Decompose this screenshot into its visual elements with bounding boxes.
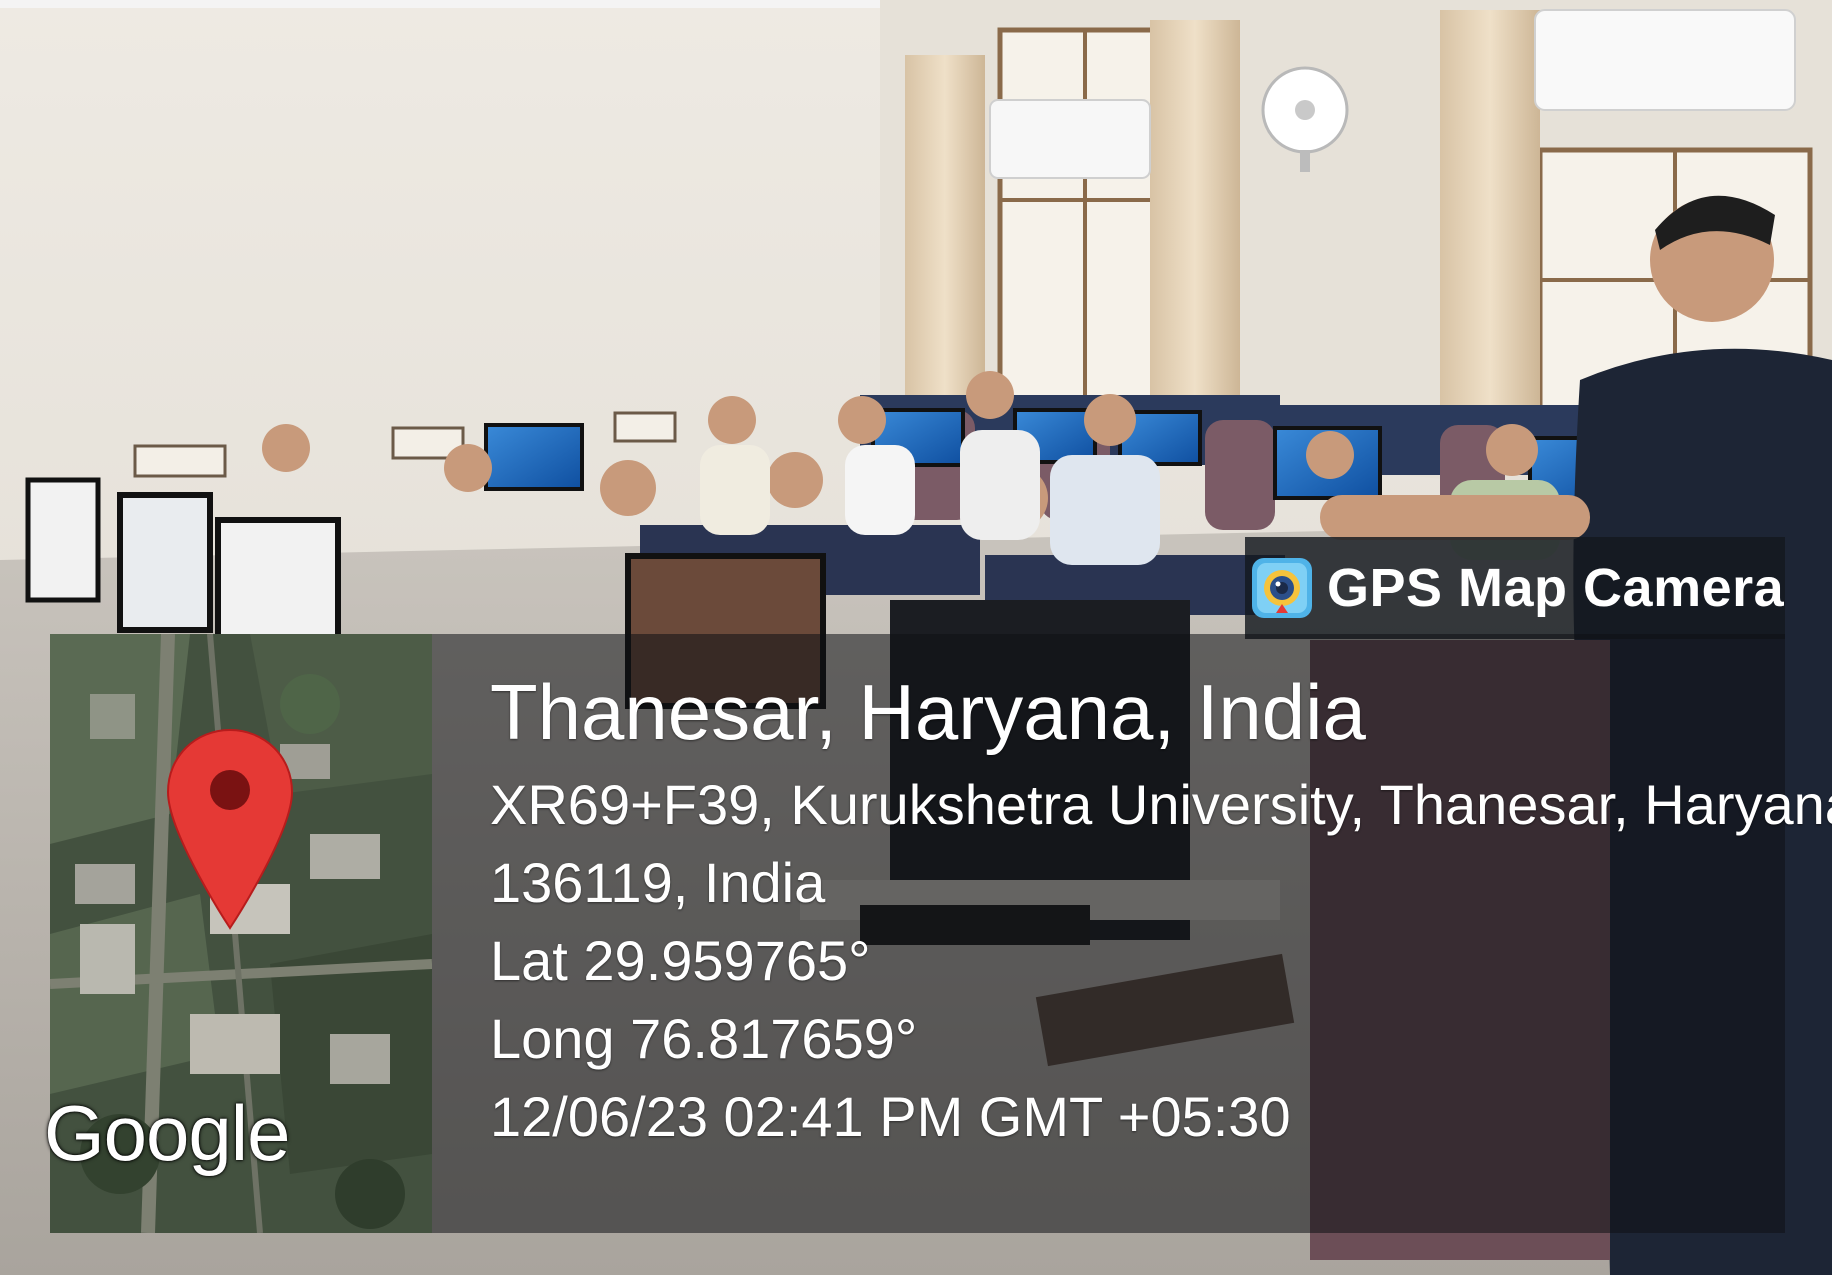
location-info: Thanesar, Haryana, India XR69+F39, Kuruk… <box>490 664 1832 1156</box>
badge-label: GPS Map Camera <box>1327 558 1785 618</box>
place-title: Thanesar, Haryana, India <box>490 668 1366 756</box>
location-overlay: Google Thanesar, Haryana, India XR69+F39… <box>44 634 1832 1233</box>
address-line: XR69+F39, Kurukshetra University, Thanes… <box>490 773 1832 836</box>
address-line: 136119, India <box>490 851 826 914</box>
gps-map-camera-app-icon <box>1252 558 1312 618</box>
latitude-text: Lat 29.959765° <box>490 929 871 992</box>
longitude-text: Long 76.817659° <box>490 1007 918 1070</box>
google-attribution: Google <box>44 1089 291 1177</box>
gps-map-camera-badge: GPS Map Camera <box>1245 537 1785 639</box>
timestamp-text: 12/06/23 02:41 PM GMT +05:30 <box>490 1085 1291 1148</box>
